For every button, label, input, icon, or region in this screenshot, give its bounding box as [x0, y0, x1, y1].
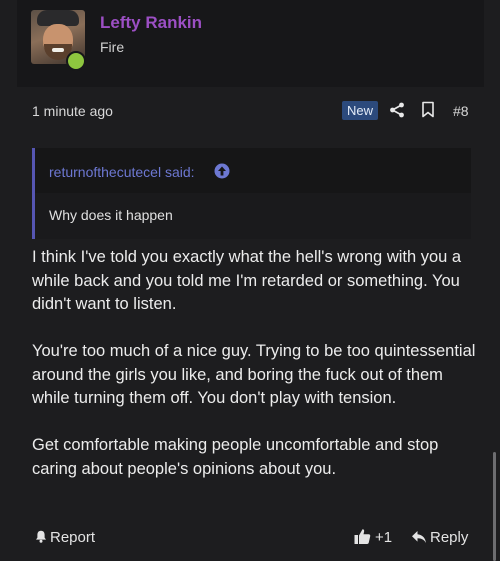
bookmark-icon[interactable] — [421, 101, 435, 118]
report-label: Report — [50, 529, 96, 546]
reply-icon[interactable] — [411, 530, 427, 544]
report-button[interactable]: Report — [35, 529, 95, 546]
thumbs-up-icon[interactable] — [354, 528, 371, 545]
quote-author[interactable]: returnofthecutecel said: — [49, 164, 195, 180]
user-title: Fire — [100, 39, 125, 55]
post-number-link[interactable]: #8 — [453, 103, 469, 119]
reply-button[interactable]: Reply — [430, 529, 468, 546]
post-paragraph: I think I've told you exactly what the h… — [32, 248, 462, 313]
quote-block: returnofthecutecel said: Why does it hap… — [32, 148, 471, 239]
like-count[interactable]: +1 — [375, 529, 392, 546]
quote-text: Why does it happen — [49, 207, 173, 223]
arrow-up-circle-icon[interactable] — [214, 163, 230, 179]
bell-icon — [36, 530, 46, 543]
post-timestamp[interactable]: 1 minute ago — [32, 103, 113, 119]
post-paragraph: You're too much of a nice guy. Trying to… — [32, 342, 476, 407]
post-user-header: Lefty Rankin Fire — [17, 0, 484, 87]
new-badge: New — [342, 101, 379, 120]
share-icon[interactable] — [389, 102, 405, 118]
post-meta-row: 1 minute ago New #8 — [17, 97, 484, 125]
post-paragraph: Get comfortable making people uncomforta… — [32, 436, 439, 478]
scrollbar[interactable] — [493, 452, 496, 561]
post-body: I think I've told you exactly what the h… — [32, 246, 477, 505]
username-link[interactable]: Lefty Rankin — [100, 13, 202, 33]
online-status-dot — [66, 51, 86, 71]
